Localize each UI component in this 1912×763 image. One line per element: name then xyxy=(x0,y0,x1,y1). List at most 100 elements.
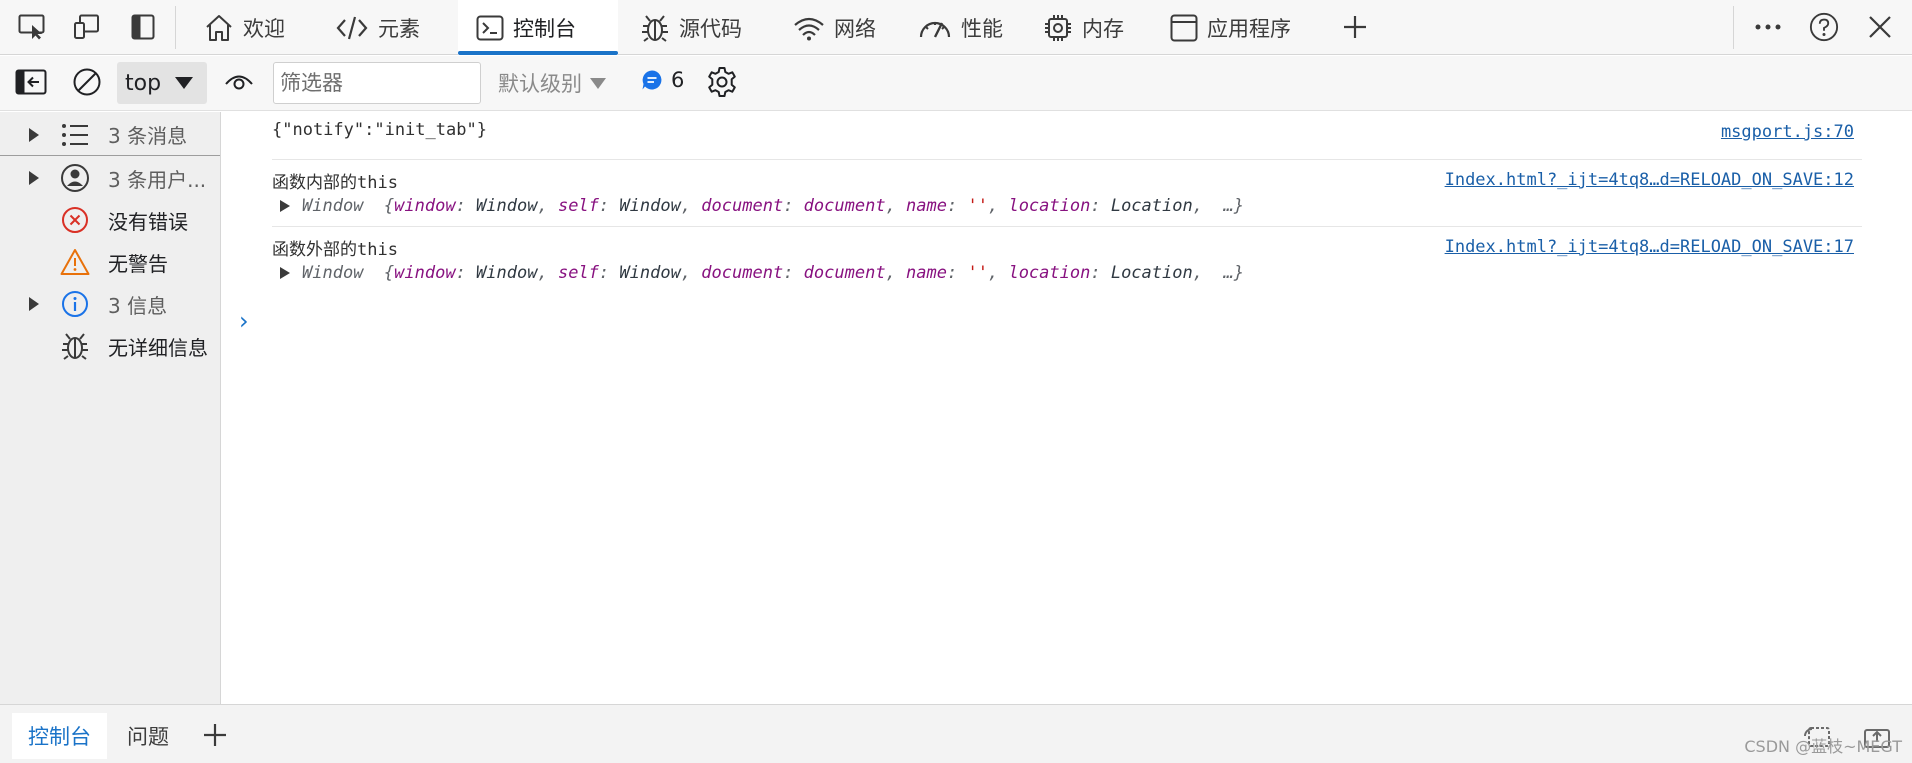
issues-count: 6 xyxy=(671,68,685,92)
tab-memory[interactable]: 内存 xyxy=(1025,0,1142,55)
add-drawer-tab-icon[interactable] xyxy=(200,720,230,750)
home-icon xyxy=(206,14,232,41)
sidebar-item-user-messages[interactable]: 3 条用户... xyxy=(0,157,220,199)
prop-key: name xyxy=(906,196,947,216)
prop-value: document xyxy=(803,263,886,283)
console-settings-gear-icon[interactable] xyxy=(706,66,738,98)
sidebar-item-warnings[interactable]: 无警告 xyxy=(0,241,220,283)
log-levels-label: 默认级别 xyxy=(498,72,582,96)
clear-console-icon[interactable] xyxy=(71,66,103,98)
message-text: {"notify":"init_tab"} xyxy=(272,120,487,140)
filter-input[interactable] xyxy=(273,62,481,104)
source-link[interactable]: Index.html?_ijt=4tq8…d=RELOAD_ON_SAVE:17 xyxy=(1445,237,1854,257)
prop-value: Location xyxy=(1110,196,1193,216)
context-selector[interactable]: top xyxy=(117,62,207,104)
context-value: top xyxy=(125,70,162,96)
issues-counter[interactable]: 6 xyxy=(641,68,684,92)
drawer-tab-issues[interactable]: 问题 xyxy=(111,713,185,759)
close-icon[interactable] xyxy=(1865,12,1895,42)
source-link[interactable]: Index.html?_ijt=4tq8…d=RELOAD_ON_SAVE:12 xyxy=(1445,170,1854,190)
tab-network[interactable]: 网络 xyxy=(775,0,894,55)
prop-value: '' xyxy=(967,263,988,283)
more-options-icon[interactable] xyxy=(1753,12,1783,42)
info-icon xyxy=(59,288,91,320)
message-bubble-icon xyxy=(642,70,662,90)
prop-key: location xyxy=(1008,196,1091,216)
expand-triangle-icon[interactable] xyxy=(280,267,290,279)
toolbar-divider xyxy=(175,6,176,49)
drawer-tab-console[interactable]: 控制台 xyxy=(12,713,107,759)
expand-arrow-icon[interactable] xyxy=(29,171,39,185)
bug-icon xyxy=(642,14,668,42)
sidebar-item-errors[interactable]: 没有错误 xyxy=(0,199,220,241)
object-preview[interactable]: Window {window: Window, self: Window, do… xyxy=(280,263,1244,283)
tab-elements[interactable]: 元素 xyxy=(317,0,438,55)
inspect-element-icon[interactable] xyxy=(17,12,47,42)
prop-key: location xyxy=(1008,263,1091,283)
object-preview[interactable]: Window {window: Window, self: Window, do… xyxy=(280,196,1244,216)
expand-arrow-icon[interactable] xyxy=(29,127,39,142)
drawer-tab-label: 问题 xyxy=(127,725,169,749)
expand-triangle-icon[interactable] xyxy=(280,200,290,212)
toolbar-divider xyxy=(1733,6,1734,49)
message-text: 函数内部的this xyxy=(272,173,398,193)
object-name: Window xyxy=(302,263,364,283)
dock-side-icon[interactable] xyxy=(128,12,158,42)
list-icon xyxy=(59,119,91,151)
chip-icon xyxy=(1045,14,1071,41)
prop-value: Window xyxy=(476,263,538,283)
chevron-down-icon xyxy=(175,77,194,89)
prop-value: document xyxy=(803,196,886,216)
message-text: 函数外部的this xyxy=(272,240,398,260)
warning-icon xyxy=(59,246,91,278)
prop-value: Window xyxy=(619,263,681,283)
tab-sources[interactable]: 源代码 xyxy=(622,0,760,55)
prop-value: Location xyxy=(1110,263,1193,283)
live-expression-eye-icon[interactable] xyxy=(223,66,255,98)
prop-key: document xyxy=(701,196,784,216)
expand-arrow-icon[interactable] xyxy=(29,297,39,311)
tab-label: 应用程序 xyxy=(1207,16,1291,41)
gauge-icon xyxy=(919,21,951,38)
console-prompt-chevron-icon[interactable]: › xyxy=(239,307,249,335)
prop-key: self xyxy=(557,196,599,216)
chevron-down-icon xyxy=(590,77,606,89)
tab-label: 内存 xyxy=(1082,16,1124,41)
log-levels-dropdown[interactable]: 默认级别 xyxy=(498,68,606,98)
prop-key: self xyxy=(557,263,599,283)
tab-label: 欢迎 xyxy=(243,16,285,41)
wifi-icon xyxy=(794,17,824,40)
window-icon xyxy=(1170,14,1198,41)
sidebar-item-label: 无详细信息 xyxy=(108,335,208,360)
sidebar-item-messages[interactable]: 3 条消息 xyxy=(0,114,220,156)
tab-console[interactable]: 控制台 xyxy=(458,0,618,55)
tab-application[interactable]: 应用程序 xyxy=(1152,0,1309,55)
console-output: {"notify":"init_tab"} msgport.js:70 函数内部… xyxy=(222,112,1912,704)
device-emulation-icon[interactable] xyxy=(72,12,102,42)
tab-label: 源代码 xyxy=(679,16,742,41)
console-icon xyxy=(476,15,504,40)
tab-label: 元素 xyxy=(378,16,420,41)
bug-icon xyxy=(59,330,91,362)
drawer-tab-label: 控制台 xyxy=(28,725,91,749)
add-tab-icon[interactable] xyxy=(1340,12,1370,42)
sidebar-item-info[interactable]: 3 信息 xyxy=(0,283,220,325)
toggle-sidebar-icon[interactable] xyxy=(15,66,47,98)
tab-label: 性能 xyxy=(961,16,1003,41)
tab-welcome[interactable]: 欢迎 xyxy=(186,0,303,55)
source-link[interactable]: msgport.js:70 xyxy=(1721,122,1854,142)
ellipsis: … xyxy=(1223,196,1234,216)
tab-performance[interactable]: 性能 xyxy=(900,0,1021,55)
help-icon[interactable] xyxy=(1809,12,1839,42)
sidebar-item-label: 3 条用户... xyxy=(108,167,207,192)
sidebar-item-label: 没有错误 xyxy=(108,209,188,234)
console-message: 函数外部的this Index.html?_ijt=4tq8…d=RELOAD_… xyxy=(272,227,1862,294)
sidebar-item-label: 3 信息 xyxy=(108,293,168,318)
prop-value: '' xyxy=(967,196,988,216)
prop-key: name xyxy=(906,263,947,283)
sidebar-item-label: 无警告 xyxy=(108,251,168,276)
error-icon xyxy=(59,204,91,236)
sidebar-item-verbose[interactable]: 无详细信息 xyxy=(0,325,220,367)
tab-label: 网络 xyxy=(834,16,876,41)
prop-key: window xyxy=(394,263,456,283)
